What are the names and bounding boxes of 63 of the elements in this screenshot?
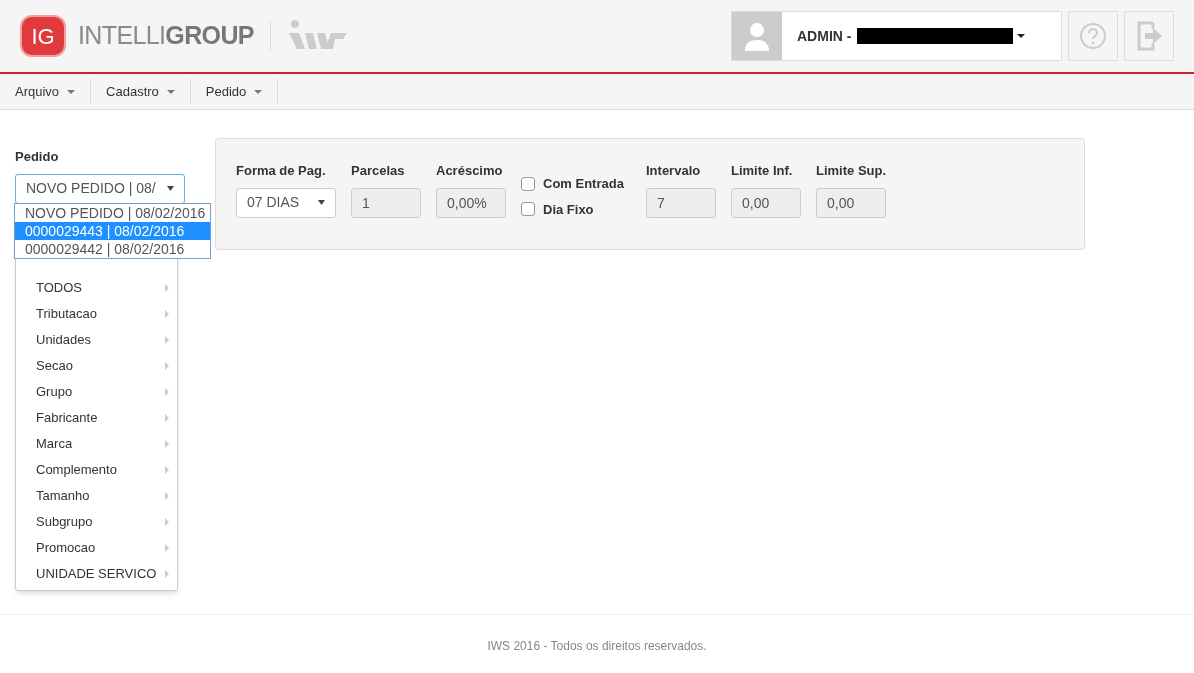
- caret-icon: [1017, 34, 1026, 38]
- checkbox-label: Com Entrada: [543, 175, 624, 193]
- context-menu-item[interactable]: Tamanho: [16, 483, 177, 509]
- context-menu-item[interactable]: Marca: [16, 431, 177, 457]
- context-menu-item[interactable]: Promocao: [16, 535, 177, 561]
- context-menu-item[interactable]: Complemento: [16, 457, 177, 483]
- caret-icon: [318, 200, 325, 205]
- order-select[interactable]: NOVO PEDIDO | 08/: [15, 173, 185, 204]
- menu-item[interactable]: Pedido: [190, 79, 279, 104]
- input-field[interactable]: 0,00: [816, 187, 886, 218]
- submenu-arrow-icon: [165, 310, 169, 318]
- submenu-arrow-icon: [165, 518, 169, 526]
- submenu-arrow-icon: [165, 440, 169, 448]
- caret-icon: [67, 89, 76, 94]
- submenu-arrow-icon: [165, 492, 169, 500]
- footer-text: IWS 2016 - Todos os direitos reservados.: [487, 638, 707, 655]
- caret-icon: [167, 186, 174, 191]
- checkbox-label: Dia Fixo: [543, 200, 594, 219]
- input-field[interactable]: 7: [646, 187, 716, 218]
- dropdown-option[interactable]: 0000029442 | 08/02/2016: [15, 240, 210, 258]
- submenu-arrow-icon: [165, 414, 169, 422]
- context-menu-item[interactable]: Unidades: [16, 327, 177, 353]
- field-label: Limite Sup.: [816, 162, 887, 180]
- field-label: Forma de Pag.: [236, 162, 327, 180]
- field-label: Intervalo: [646, 162, 702, 180]
- brand-name: INTELLIGROUP: [78, 20, 254, 52]
- field-label: Parcelas: [351, 162, 406, 180]
- input-field[interactable]: 1: [351, 187, 421, 218]
- logout-button[interactable]: [1124, 11, 1174, 61]
- help-button[interactable]: [1068, 11, 1118, 61]
- payment-select[interactable]: 07 DIAS: [236, 187, 336, 218]
- dropdown-option[interactable]: NOVO PEDIDO | 08/02/2016: [15, 204, 210, 222]
- context-menu-item[interactable]: Grupo: [16, 379, 177, 405]
- submenu-arrow-icon: [165, 362, 169, 370]
- submenu-arrow-icon: [165, 466, 169, 474]
- submenu-arrow-icon: [165, 570, 169, 578]
- menu-item[interactable]: Cadastro: [91, 79, 191, 104]
- logo-badge: IG: [20, 15, 66, 57]
- checkbox[interactable]: [521, 202, 535, 217]
- submenu-arrow-icon: [165, 388, 169, 396]
- field-label: Limite Inf.: [731, 162, 794, 180]
- context-menu-item[interactable]: TODOS: [16, 275, 177, 301]
- caret-icon: [254, 89, 263, 94]
- context-menu-item[interactable]: Subgrupo: [16, 509, 177, 535]
- context-menu-item[interactable]: Tributacao: [16, 301, 177, 327]
- context-menu-item[interactable]: Fabricante: [16, 405, 177, 431]
- input-field[interactable]: 0,00%: [436, 187, 506, 218]
- context-menu-item[interactable]: UNIDADE SERVICO: [16, 561, 177, 587]
- menu-item[interactable]: Arquivo: [0, 79, 92, 104]
- caret-icon: [166, 89, 175, 94]
- logout-icon: [1135, 21, 1163, 51]
- submenu-arrow-icon: [165, 544, 169, 552]
- field-label: Acréscimo: [436, 162, 504, 180]
- submenu-arrow-icon: [165, 284, 169, 292]
- context-menu-item[interactable]: Secao: [16, 353, 177, 379]
- avatar-icon: [732, 12, 782, 60]
- field-label: Pedido: [15, 148, 60, 166]
- user-name: ADMIN -: [797, 26, 852, 46]
- checkbox[interactable]: [521, 176, 535, 191]
- user-menu[interactable]: ADMIN -: [731, 11, 1062, 61]
- help-icon: [1079, 22, 1107, 50]
- submenu-arrow-icon: [165, 336, 169, 344]
- input-field[interactable]: 0,00: [731, 187, 801, 218]
